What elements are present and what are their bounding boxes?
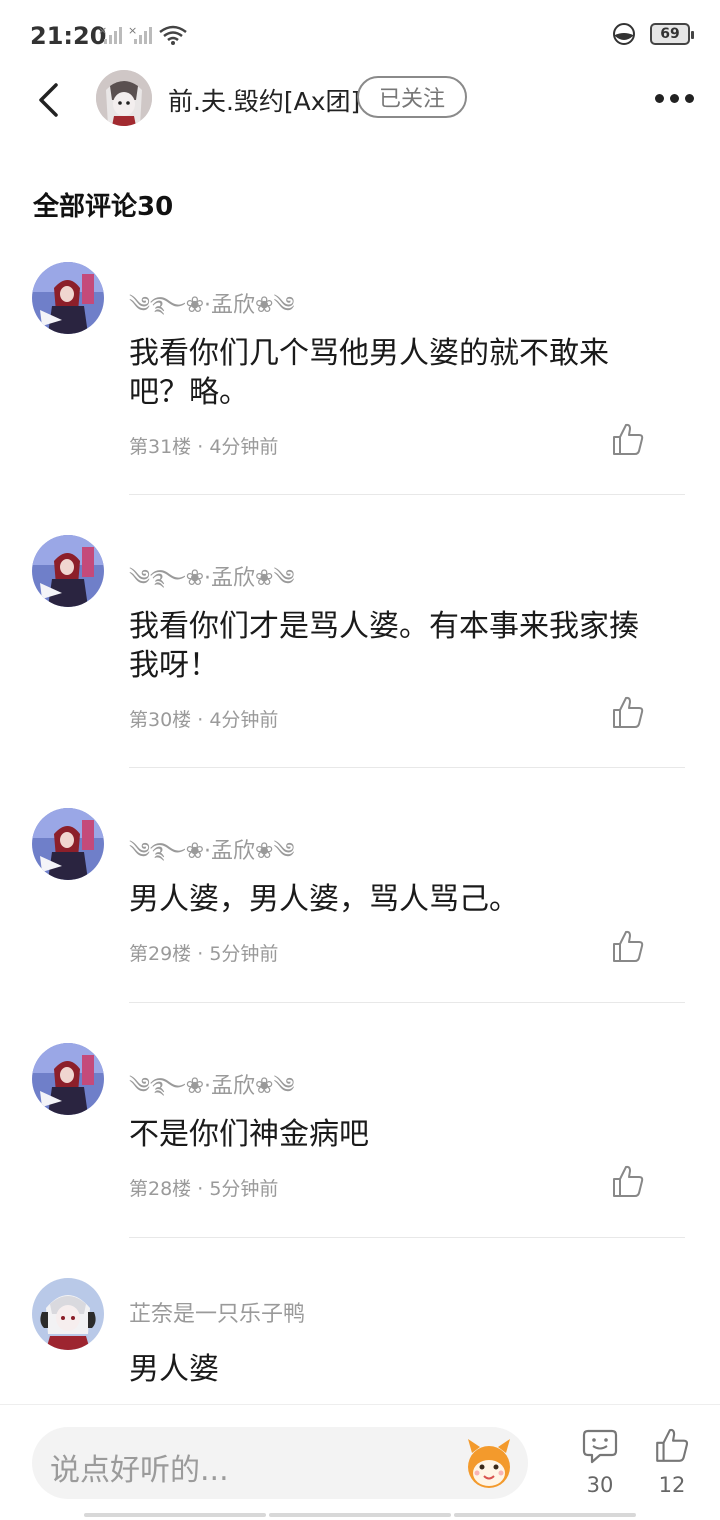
- like-button[interactable]: [610, 695, 646, 731]
- signal-x-icon: ×: [128, 24, 152, 44]
- thumbs-up-icon: [613, 930, 644, 962]
- svg-text:×: ×: [98, 24, 107, 37]
- comment-divider: [129, 767, 685, 768]
- thumbs-up-icon: [656, 1428, 689, 1462]
- comment-text: 不是你们神金病吧: [129, 1117, 369, 1152]
- bottom-bar: 说点好听的... 30 12: [0, 1404, 720, 1520]
- status-right: 69: [612, 22, 694, 46]
- meta-separator: ·: [197, 436, 204, 458]
- battery-icon: 69: [650, 23, 694, 45]
- avatar-image: [96, 70, 152, 126]
- more-dot: [670, 93, 679, 103]
- comment-divider: [129, 1237, 685, 1238]
- comment-time: 4分钟前: [209, 436, 279, 458]
- comment-input-placeholder: 说点好听的...: [50, 1453, 229, 1488]
- comment-count: 30: [586, 1473, 614, 1497]
- more-dot: [655, 93, 664, 103]
- comment-text: 我看你们才是骂人婆。有本事来我家揍我呀！: [129, 609, 639, 683]
- commenter-name[interactable]: ༄࿐❀·孟欣❀༄: [129, 280, 295, 342]
- svg-text:×: ×: [128, 24, 137, 37]
- comment-meta: 第28楼 · 5分钟前: [129, 1174, 278, 1201]
- chevron-left-icon: [39, 83, 58, 117]
- follow-button[interactable]: 已关注: [357, 76, 467, 118]
- more-button[interactable]: [655, 86, 694, 110]
- meta-separator: ·: [197, 943, 204, 965]
- indicator-segment: [454, 1513, 636, 1517]
- like-button[interactable]: [610, 929, 646, 965]
- emoji-button[interactable]: [460, 1435, 518, 1493]
- emoji-sticker-icon: [468, 1439, 510, 1488]
- comment-bubble-icon: [582, 1429, 618, 1464]
- thumbs-up-icon: [613, 1165, 644, 1197]
- like-button[interactable]: [610, 422, 646, 458]
- dnd-icon: [613, 23, 635, 45]
- like-count: 12: [658, 1473, 686, 1497]
- commenter-name[interactable]: ༄࿐❀·孟欣❀༄: [129, 553, 295, 615]
- comment-meta: 第31楼 · 4分钟前: [129, 432, 278, 459]
- comment-text: 我看你们几个骂他男人婆的就不敢来吧？略。: [129, 336, 609, 410]
- more-dot: [685, 93, 694, 103]
- comment-time: 5分钟前: [209, 943, 279, 965]
- commenter-avatar[interactable]: [32, 535, 104, 607]
- meta-separator: ·: [197, 709, 204, 731]
- like-button[interactable]: [610, 1164, 646, 1200]
- commenter-avatar[interactable]: [32, 1043, 104, 1115]
- comment-floor: 第31楼: [129, 436, 192, 458]
- indicator-segment: [269, 1513, 451, 1517]
- avatar-image: [32, 1043, 104, 1115]
- like-count-button[interactable]: 12: [650, 1427, 694, 1497]
- commenter-name[interactable]: ༄࿐❀·孟欣❀༄: [129, 1061, 295, 1123]
- status-signals: × ×: [98, 24, 188, 46]
- commenter-avatar[interactable]: [32, 262, 104, 334]
- status-time: 21:20: [30, 22, 107, 50]
- comment-floor: 第28楼: [129, 1178, 192, 1200]
- header: 前.夫.毁约[Ax团] 已关注: [0, 62, 720, 134]
- comment-divider: [129, 494, 685, 495]
- wifi-icon: [159, 25, 187, 45]
- comment-count-button[interactable]: 30: [578, 1427, 622, 1497]
- avatar-image: [32, 535, 104, 607]
- commenter-avatar[interactable]: [32, 1278, 104, 1350]
- comment-floor: 第30楼: [129, 709, 192, 731]
- indicator-segment: [84, 1513, 266, 1517]
- comment-divider: [129, 1002, 685, 1003]
- commenter-avatar[interactable]: [32, 808, 104, 880]
- commenter-name[interactable]: ༄࿐❀·孟欣❀༄: [129, 826, 295, 888]
- comment-input[interactable]: 说点好听的...: [32, 1427, 528, 1499]
- battery-level: 69: [660, 26, 680, 42]
- home-indicator: [84, 1513, 636, 1517]
- header-avatar[interactable]: [96, 70, 152, 126]
- avatar-image: [32, 808, 104, 880]
- comment-meta: 第29楼 · 5分钟前: [129, 939, 278, 966]
- follow-button-label: 已关注: [378, 87, 445, 112]
- comment-time: 5分钟前: [209, 1178, 279, 1200]
- back-button[interactable]: [28, 78, 68, 122]
- avatar-image: [32, 262, 104, 334]
- comment-text: 男人婆: [129, 1352, 219, 1387]
- signal-x-icon: ×: [98, 24, 122, 44]
- header-user-name[interactable]: 前.夫.毁约[Ax团]: [168, 82, 360, 118]
- thumbs-up-icon: [613, 423, 644, 455]
- comment-floor: 第29楼: [129, 943, 192, 965]
- thumbs-up-icon: [613, 696, 644, 728]
- comments-section-title: 全部评论30: [33, 192, 174, 222]
- avatar-image: [32, 1278, 104, 1350]
- commenter-name[interactable]: 芷奈是一只乐子鸭: [129, 1296, 305, 1328]
- comment-meta: 第30楼 · 4分钟前: [129, 705, 278, 732]
- comment-text: 男人婆，男人婆，骂人骂己。: [129, 882, 519, 917]
- meta-separator: ·: [197, 1178, 204, 1200]
- comment-time: 4分钟前: [209, 709, 279, 731]
